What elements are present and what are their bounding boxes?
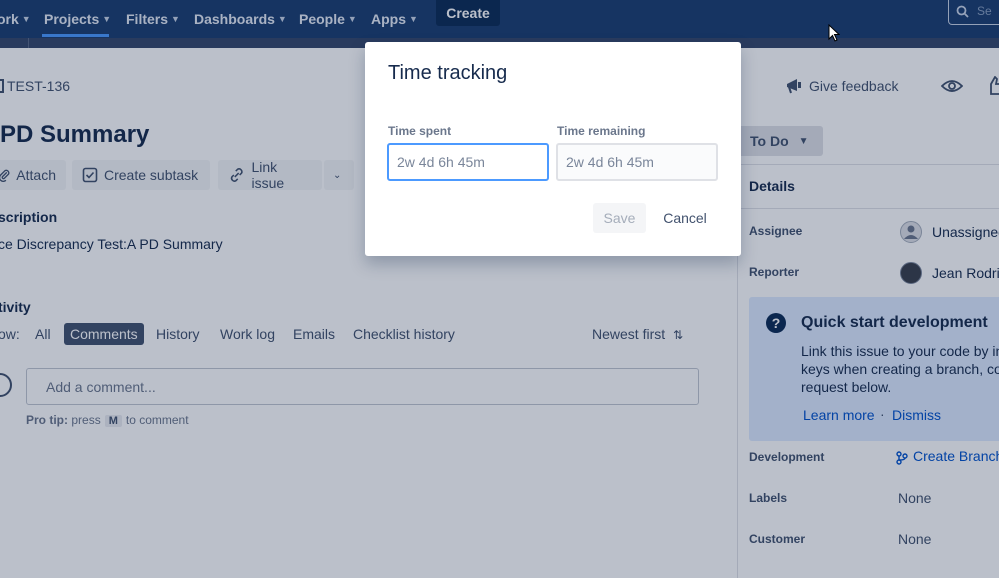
dialog-title: Time tracking bbox=[388, 62, 508, 84]
mouse-cursor-icon bbox=[828, 24, 840, 42]
save-button[interactable]: Save bbox=[593, 203, 646, 233]
time-remaining-label: Time remaining bbox=[557, 124, 646, 138]
time-spent-input[interactable] bbox=[387, 143, 549, 181]
time-tracking-dialog: Time tracking Time spent Time remaining … bbox=[365, 42, 741, 256]
cancel-button[interactable]: Cancel bbox=[652, 203, 718, 233]
time-spent-label: Time spent bbox=[388, 124, 452, 138]
time-remaining-input[interactable] bbox=[556, 143, 718, 181]
